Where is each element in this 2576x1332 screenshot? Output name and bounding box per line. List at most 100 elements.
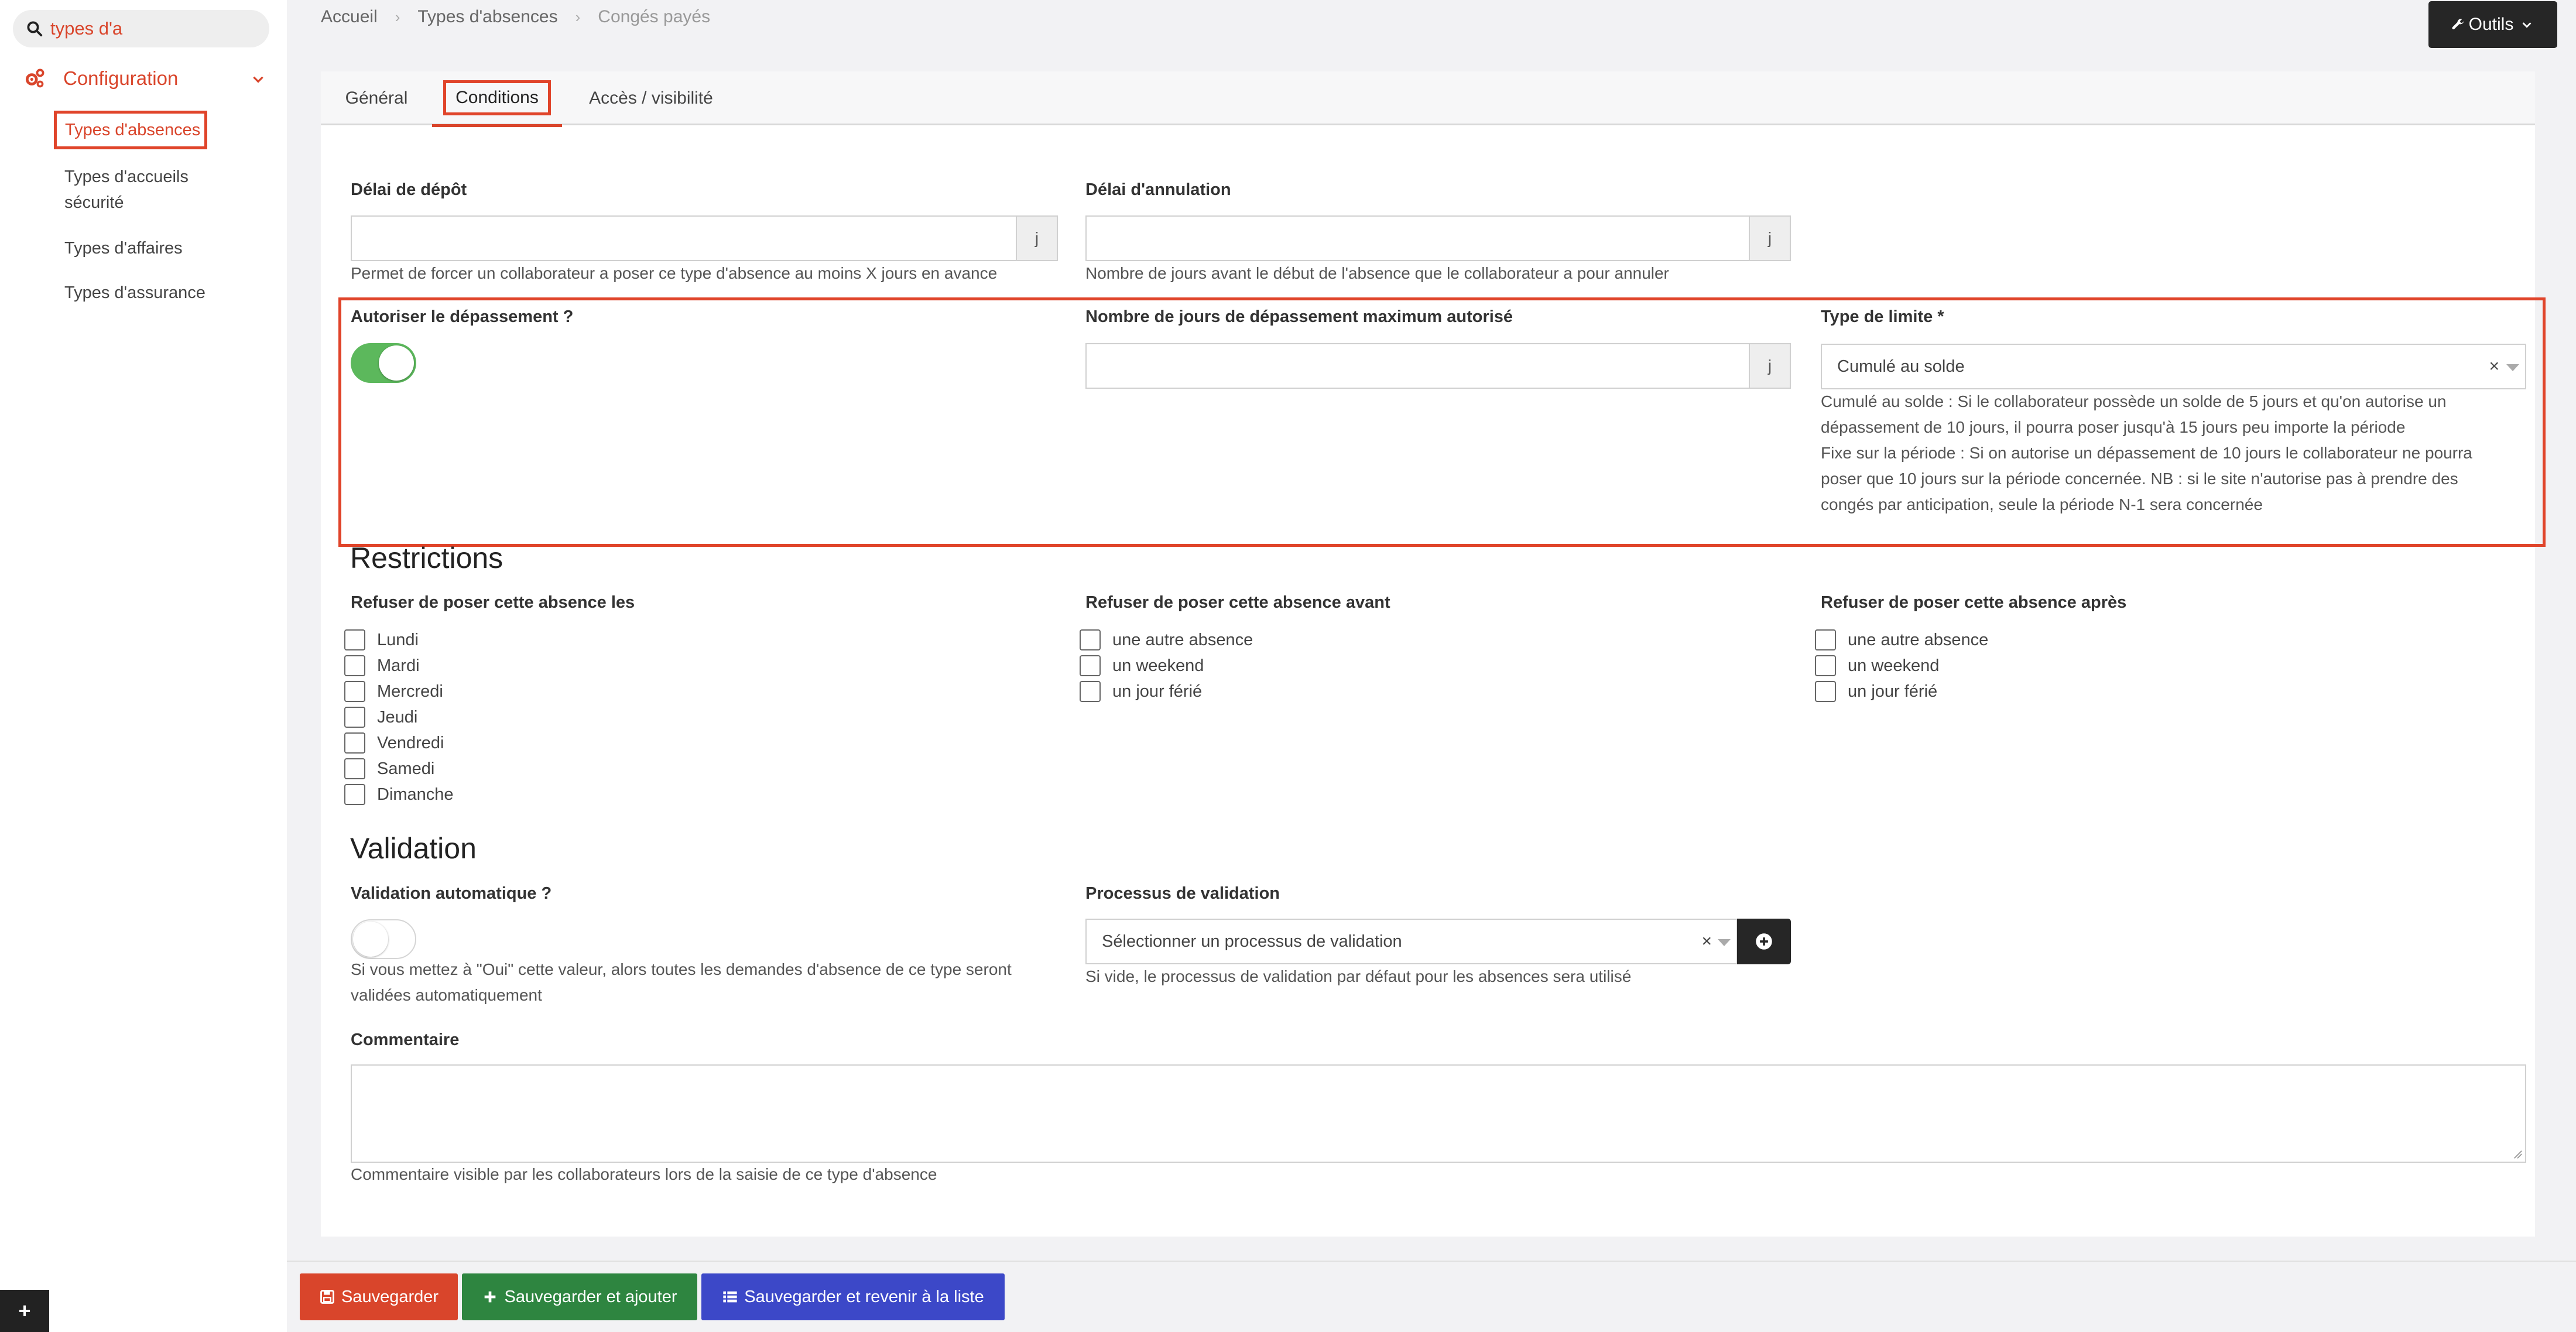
save-and-add-button[interactable]: Sauvegarder et ajouter [462,1273,697,1320]
sidebar-item-label: Configuration [63,67,179,89]
tab-bar: Général Conditions Accès / visibilité [321,71,2535,127]
breadcrumb: Accueil › Types d'absences › Congés payé… [321,7,710,27]
checkbox[interactable] [1080,681,1101,702]
tab-acces-visibilite[interactable]: Accès / visibilité [562,71,740,125]
depassement-label: Autoriser le dépassement ? [351,307,574,326]
checkbox[interactable] [1080,655,1101,676]
sidebar-item-types-assurance[interactable]: Types d'assurance [64,280,205,306]
checkbox-label: Mercredi [377,682,443,701]
checkbox[interactable] [344,629,365,650]
breadcrumb-types-absences[interactable]: Types d'absences [417,7,557,27]
unit-addon: j [1749,343,1791,389]
checkbox[interactable] [344,707,365,728]
delai-depot-label: Délai de dépôt [351,180,467,199]
help-line: Fixe sur la période : Si on autorise un … [1821,444,2472,462]
save-and-add-label: Sauvegarder et ajouter [504,1287,677,1306]
chevron-down-icon [2522,22,2532,28]
checkbox-lundi[interactable]: Lundi [344,628,419,652]
tab-label: Général [345,88,408,108]
plus-icon [485,1291,496,1303]
validation-auto-toggle[interactable] [351,919,416,959]
checkbox-apres-absence[interactable]: une autre absence [1815,628,1988,652]
checkbox-label: un jour férié [1112,682,1203,701]
tools-button[interactable]: Outils [2428,1,2557,48]
checkbox-mercredi[interactable]: Mercredi [344,680,443,703]
search-icon [27,21,43,37]
dropdown-arrow-icon[interactable] [1718,939,1731,946]
save-button[interactable]: Sauvegarder [300,1273,458,1320]
checkbox-avant-ferie[interactable]: un jour férié [1080,680,1202,703]
checkbox-avant-absence[interactable]: une autre absence [1080,628,1253,652]
commentaire-textarea[interactable] [351,1064,2526,1163]
checkbox-vendredi[interactable]: Vendredi [344,731,444,755]
tab-general[interactable]: Général [321,71,432,125]
delai-depot-input[interactable] [351,215,1016,261]
wrench-icon [2452,19,2464,30]
commentaire-label: Commentaire [351,1030,460,1049]
validation-title: Validation [350,832,477,865]
add-process-button[interactable] [1737,919,1791,964]
type-limite-select[interactable]: Cumulé au solde × [1821,344,2526,389]
processus-placeholder: Sélectionner un processus de validation [1102,932,1402,951]
refuser-jours-label: Refuser de poser cette absence les [351,593,635,612]
checkbox-apres-ferie[interactable]: un jour férié [1815,680,1937,703]
clear-icon[interactable]: × [2489,357,2499,376]
checkbox-dimanche[interactable]: Dimanche [344,783,454,806]
checkbox[interactable] [1815,681,1836,702]
resize-grip-icon[interactable] [2512,1149,2523,1159]
checkbox[interactable] [1080,629,1101,650]
breadcrumb-home[interactable]: Accueil [321,7,378,27]
help-line: Cumulé au solde : Si le collaborateur po… [1821,392,2447,410]
checkbox[interactable] [1815,655,1836,676]
clear-icon[interactable]: × [1701,932,1712,951]
checkbox-apres-weekend[interactable]: un weekend [1815,654,1939,677]
type-limite-help: Cumulé au solde : Si le collaborateur po… [1821,389,2472,518]
jours-depassement-label: Nombre de jours de dépassement maximum a… [1085,307,1513,326]
checkbox-label: Vendredi [377,733,444,752]
tab-label: Conditions [443,80,551,115]
add-button[interactable]: + [0,1290,49,1332]
help-line: poser que 10 jours sur la période concer… [1821,470,2458,488]
checkbox-mardi[interactable]: Mardi [344,654,420,677]
checkbox[interactable] [344,732,365,754]
commentaire-help: Commentaire visible par les collaborateu… [351,1165,937,1183]
save-and-return-button[interactable]: Sauvegarder et revenir à la liste [701,1273,1005,1320]
tab-conditions[interactable]: Conditions [432,71,562,127]
checkbox-avant-weekend[interactable]: un weekend [1080,654,1204,677]
checkbox-label: une autre absence [1112,630,1253,649]
delai-annulation-input-group: j [1085,215,1791,261]
processus-help: Si vide, le processus de validation par … [1085,967,1632,985]
chevron-down-icon[interactable] [251,71,266,87]
processus-select[interactable]: Sélectionner un processus de validation … [1085,919,1738,964]
jours-depassement-input[interactable] [1085,343,1749,389]
depassement-toggle[interactable] [351,343,416,383]
checkbox[interactable] [344,758,365,779]
checkbox-label: un weekend [1848,656,1940,675]
checkbox-label: Mardi [377,656,420,675]
checkbox-samedi[interactable]: Samedi [344,757,434,780]
checkbox-jeudi[interactable]: Jeudi [344,706,417,729]
tools-button-label: Outils [2468,15,2514,34]
sidebar-search[interactable]: types d'a [13,10,269,47]
delai-depot-help: Permet de forcer un collaborateur a pose… [351,264,998,282]
sidebar-item-types-affaires[interactable]: Types d'affaires [64,235,183,261]
plus-circle-icon [1756,933,1772,950]
checkbox[interactable] [344,784,365,805]
checkbox-label: Dimanche [377,785,454,804]
sidebar-item-types-absences[interactable]: Types d'absences [54,111,207,149]
checkbox[interactable] [344,655,365,676]
sidebar-item-types-accueils[interactable]: Types d'accueils sécurité [64,164,189,215]
type-limite-value: Cumulé au solde [1837,357,1965,376]
checkbox[interactable] [344,681,365,702]
sidebar-item-label: Types d'assurance [64,283,205,302]
list-icon [723,1291,737,1303]
unit-addon: j [1016,215,1058,261]
delai-annulation-help: Nombre de jours avant le début de l'abse… [1085,264,1669,282]
checkbox[interactable] [1815,629,1836,650]
delai-annulation-input[interactable] [1085,215,1749,261]
dropdown-arrow-icon[interactable] [2506,364,2519,371]
search-input-value[interactable]: types d'a [50,18,122,39]
sidebar-item-configuration[interactable]: Configuration [23,63,269,94]
refuser-avant-label: Refuser de poser cette absence avant [1085,593,1390,612]
plus-icon: + [18,1299,31,1323]
